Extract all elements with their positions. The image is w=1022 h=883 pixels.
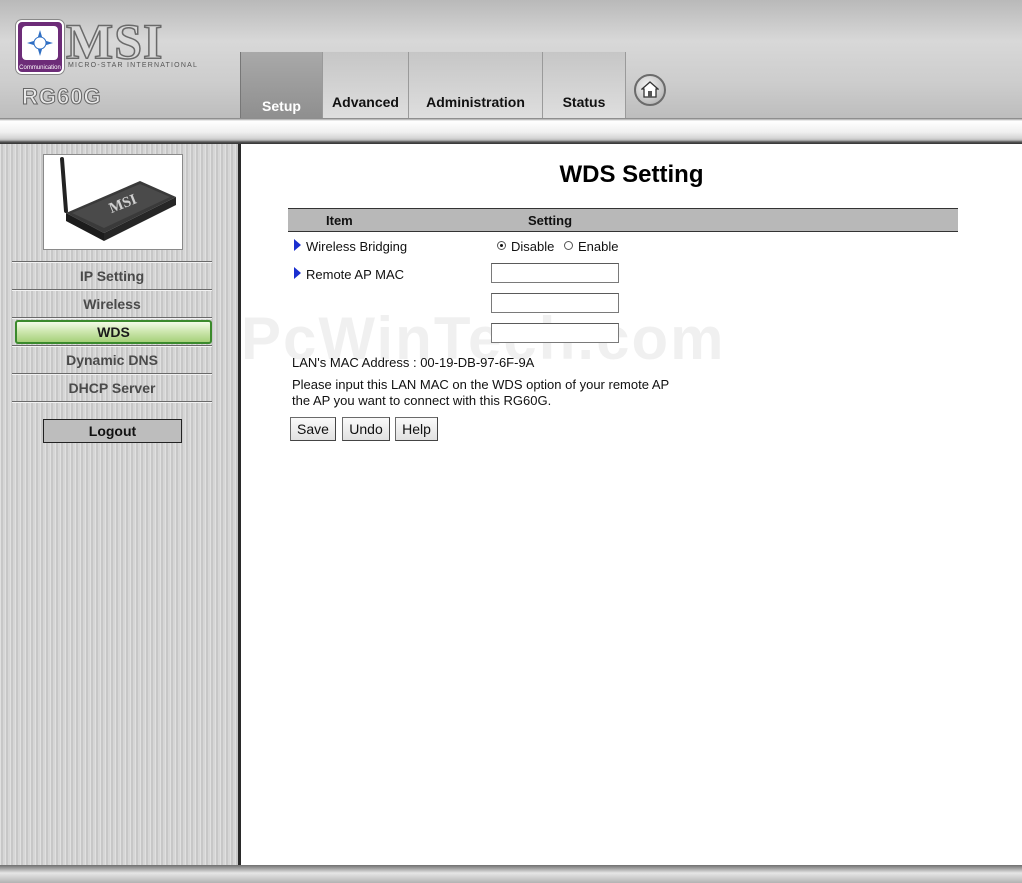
header-separator [0, 118, 1022, 144]
menu-divider [12, 317, 212, 319]
remote-ap-mac-input-3[interactable] [491, 323, 619, 343]
tab-status[interactable]: Status [542, 52, 626, 118]
msi-star-icon [27, 30, 53, 56]
sidebar-item-wds[interactable]: WDS [15, 320, 212, 344]
sidebar-item-dynamic-dns[interactable]: Dynamic DNS [12, 347, 212, 373]
home-button[interactable] [634, 74, 666, 106]
tab-setup[interactable]: Setup [240, 52, 322, 118]
lan-mac-address: LAN's MAC Address : 00-19-DB-97-6F-9A [292, 355, 535, 370]
column-header-item: Item [326, 213, 353, 228]
remote-ap-mac-label: Remote AP MAC [306, 267, 405, 282]
menu-divider [12, 401, 212, 403]
remote-ap-mac-input-2[interactable] [491, 293, 619, 313]
column-header-setting: Setting [528, 213, 573, 228]
radio-disable-label[interactable]: Disable [511, 239, 554, 254]
row-arrow-icon [294, 239, 301, 251]
header-bar: Communication MSI MICRO-STAR INTERNATION… [0, 0, 1022, 118]
wireless-bridging-label: Wireless Bridging [306, 239, 408, 254]
tab-administration-label: Administration [426, 94, 525, 110]
logo-badge-text: Communication [19, 65, 61, 71]
tab-setup-label: Setup [262, 98, 301, 114]
logout-button[interactable]: Logout [43, 419, 182, 443]
undo-button[interactable]: Undo [342, 417, 390, 441]
save-button[interactable]: Save [290, 417, 336, 441]
radio-enable[interactable] [564, 241, 573, 250]
tab-advanced[interactable]: Advanced [322, 52, 408, 118]
page-title: WDS Setting [559, 161, 704, 188]
home-icon [641, 81, 659, 98]
sidebar-item-wireless[interactable]: Wireless [12, 291, 212, 317]
sidebar-item-dhcp-server[interactable]: DHCP Server [12, 375, 212, 401]
table-header: Item Setting [288, 208, 958, 232]
instruction-line-2: the AP you want to connect with this RG6… [292, 393, 552, 408]
row-arrow-icon [294, 267, 301, 279]
radio-disable[interactable] [497, 241, 506, 250]
remote-ap-mac-input-1[interactable] [491, 263, 619, 283]
footer-bar [0, 865, 1022, 883]
brand-logo-text: MSI [65, 13, 164, 69]
instruction-line-1: Please input this LAN MAC on the WDS opt… [292, 377, 670, 392]
tab-advanced-label: Advanced [332, 94, 399, 110]
radio-enable-label[interactable]: Enable [578, 239, 618, 254]
main-content: PcWinTech.com WDS Setting Item Setting W… [241, 144, 1022, 865]
tab-status-label: Status [562, 94, 606, 110]
instruction-note: Please input this LAN MAC on the WDS opt… [292, 377, 712, 409]
device-model: RG60G [22, 84, 102, 110]
msi-logo-badge: Communication [16, 20, 64, 74]
brand-subtitle: MICRO-STAR INTERNATIONAL [68, 62, 199, 69]
tab-administration[interactable]: Administration [408, 52, 542, 118]
router-image: MSI [43, 154, 183, 250]
help-button[interactable]: Help [395, 417, 438, 441]
sidebar-item-ip-setting[interactable]: IP Setting [12, 263, 212, 289]
sidebar: MSI IP Setting Wireless WDS Dynamic DNS … [0, 144, 238, 865]
